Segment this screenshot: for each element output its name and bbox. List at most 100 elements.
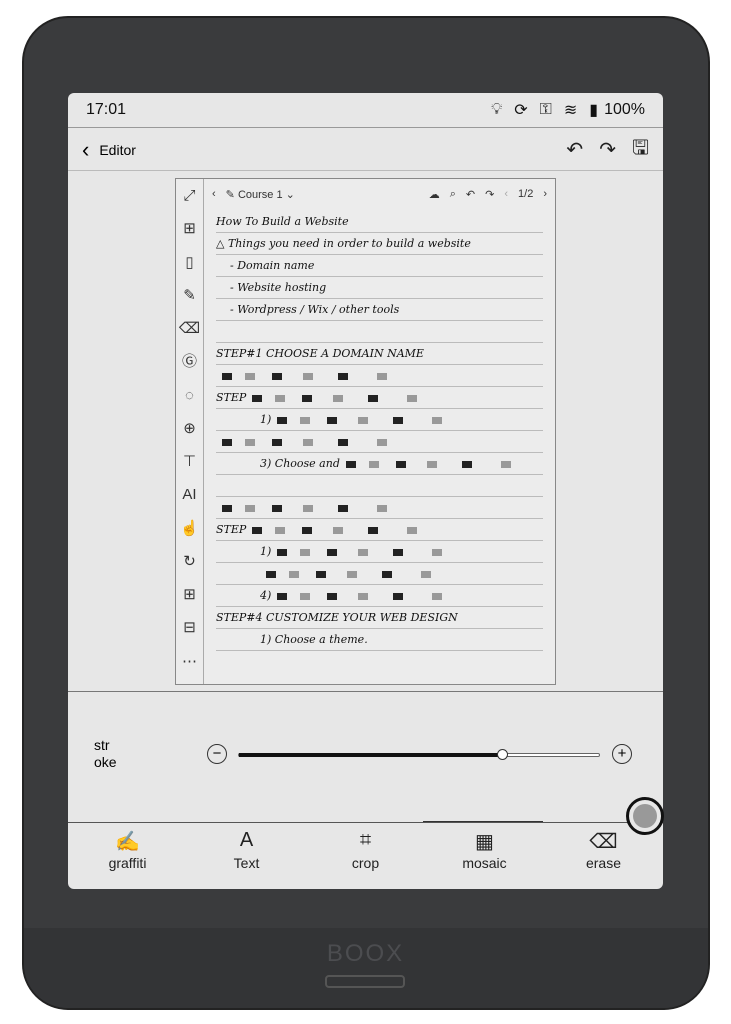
mosaic-block bbox=[272, 372, 282, 380]
tool-crop[interactable]: ⌗ crop bbox=[306, 823, 425, 889]
undo-button[interactable]: ↶ bbox=[566, 137, 583, 162]
remove-page-icon[interactable]: ⊟ bbox=[183, 617, 196, 650]
add-page-icon[interactable]: ⊞ bbox=[183, 584, 196, 617]
mosaic-block bbox=[393, 416, 404, 424]
note-line bbox=[216, 563, 543, 585]
mosaic-block bbox=[300, 416, 311, 424]
gn-icon[interactable]: Ⓖ bbox=[182, 351, 197, 384]
mosaic-block bbox=[222, 504, 232, 512]
stroke-label: str oke bbox=[94, 737, 117, 770]
text-box-icon[interactable]: ⊤ bbox=[183, 451, 196, 484]
decrease-button[interactable]: − bbox=[207, 744, 227, 764]
note-line bbox=[216, 497, 543, 519]
note-line-text: 1) Choose a theme. bbox=[260, 633, 368, 646]
note-line-text: 1) bbox=[260, 545, 272, 558]
redo-button[interactable]: ↷ bbox=[599, 137, 616, 162]
zoom-in-icon[interactable]: ⊕ bbox=[183, 418, 196, 451]
increase-button[interactable]: + bbox=[612, 744, 632, 764]
note-sidebar: ⤢ ⊞ ▯ ✎ ⌫ Ⓖ ◌ ⊕ ⊤ AI ☝ ↻ ⊞ ⊟ ⋯ bbox=[176, 179, 204, 684]
note-line-text: STEP#4 CUSTOMIZE YOUR WEB DESIGN bbox=[216, 611, 458, 624]
save-button[interactable]: 🖫︎ bbox=[632, 133, 649, 167]
note-line: 1) bbox=[216, 541, 543, 563]
note-line-text: STEP bbox=[216, 391, 247, 404]
stroke-slider[interactable] bbox=[238, 749, 600, 760]
crop-icon: ⌗ bbox=[359, 829, 372, 851]
note-line bbox=[216, 365, 543, 387]
tool-label: Text bbox=[233, 855, 260, 871]
mosaic-block bbox=[358, 592, 369, 600]
pen-icon: ✍ bbox=[115, 831, 140, 853]
pen-icon[interactable]: ✎ bbox=[183, 285, 196, 318]
prev-page-icon[interactable]: ‹ bbox=[504, 188, 508, 200]
note-line-text: How To Build a Website bbox=[216, 215, 349, 228]
mosaic-block bbox=[222, 438, 232, 446]
mosaic-block bbox=[333, 526, 344, 534]
mosaic-block bbox=[245, 438, 255, 446]
home-button[interactable] bbox=[325, 975, 405, 988]
undo-icon[interactable]: ↶ bbox=[466, 188, 475, 201]
search-icon[interactable]: ⌕ bbox=[450, 188, 456, 201]
note-line-text: - Wordpress / Wix / other tools bbox=[230, 303, 400, 316]
note-line: - Wordpress / Wix / other tools bbox=[216, 299, 543, 321]
cloud-sync-icon[interactable]: ☁ bbox=[429, 188, 440, 201]
mosaic-block bbox=[338, 438, 348, 446]
mosaic-block bbox=[377, 504, 387, 512]
touch-icon[interactable]: ☝ bbox=[180, 518, 199, 551]
sync-icon: ⟳ bbox=[514, 102, 528, 119]
note-line: - Website hosting bbox=[216, 277, 543, 299]
mosaic-block bbox=[327, 548, 338, 556]
stroke-panel: str oke − + bbox=[68, 691, 663, 822]
lasso-icon[interactable]: ◌ bbox=[185, 385, 194, 418]
tool-mosaic[interactable]: ▦ mosaic bbox=[425, 823, 544, 889]
expand-icon[interactable]: ⤢ bbox=[183, 185, 195, 218]
redo-icon[interactable]: ↷ bbox=[485, 188, 494, 201]
page-icon[interactable]: ▯ bbox=[185, 252, 193, 285]
mosaic-block bbox=[303, 372, 313, 380]
note-line: STEP bbox=[216, 387, 543, 409]
note-line: 1) bbox=[216, 409, 543, 431]
mosaic-block bbox=[395, 460, 406, 468]
prev-icon[interactable]: ‹ bbox=[212, 188, 216, 200]
mosaic-block bbox=[302, 394, 313, 402]
tool-graffiti[interactable]: ✍ graffiti bbox=[68, 823, 187, 889]
ai-icon[interactable]: AI bbox=[182, 484, 196, 517]
mosaic-block bbox=[245, 372, 255, 380]
more-icon[interactable]: ⋯ bbox=[182, 651, 197, 684]
mosaic-block bbox=[338, 372, 348, 380]
brand-logo: BOOX bbox=[326, 940, 405, 967]
note-line: STEP#4 CUSTOMIZE YOUR WEB DESIGN bbox=[216, 607, 543, 629]
grid-icon[interactable]: ⊞ bbox=[183, 218, 196, 251]
mosaic-block bbox=[327, 416, 338, 424]
mosaic-block bbox=[432, 548, 443, 556]
mosaic-block bbox=[368, 394, 379, 402]
refresh-icon[interactable]: ↻ bbox=[183, 551, 196, 584]
mosaic-block bbox=[461, 460, 472, 468]
slider-fill bbox=[239, 753, 502, 757]
mosaic-block bbox=[252, 526, 263, 534]
mosaic-block bbox=[277, 416, 288, 424]
mosaic-block bbox=[500, 460, 511, 468]
note-line-text: STEP#1 CHOOSE A DOMAIN NAME bbox=[216, 347, 424, 360]
mosaic-block bbox=[266, 570, 276, 578]
tool-label: erase bbox=[585, 855, 622, 871]
mosaic-block bbox=[222, 372, 232, 380]
mosaic-block bbox=[302, 526, 313, 534]
screen: 17:01 💡︎ ⟳ ⚿ ≋ ▮ 100% ‹ Editor ↶ ↷ 🖫︎ ⤢ … bbox=[68, 93, 663, 889]
mosaic-block bbox=[303, 504, 313, 512]
notebook-selector[interactable]: ✎ Course 1 ⌄ bbox=[226, 188, 295, 201]
next-page-icon[interactable]: › bbox=[543, 188, 547, 200]
mosaic-block bbox=[407, 526, 418, 534]
handwritten-lines: How To Build a Website △ Things you need … bbox=[216, 211, 543, 651]
note-line: STEP bbox=[216, 519, 543, 541]
back-button[interactable]: ‹ bbox=[82, 137, 89, 163]
note-line: 3) Choose and bbox=[216, 453, 543, 475]
mosaic-block bbox=[272, 504, 282, 512]
eraser-icon[interactable]: ⌫ bbox=[179, 318, 200, 351]
tool-text[interactable]: A Text bbox=[187, 823, 306, 889]
mosaic-block bbox=[333, 394, 344, 402]
mosaic-block bbox=[382, 570, 392, 578]
floating-button[interactable] bbox=[626, 797, 664, 835]
clock: 17:01 bbox=[86, 101, 127, 118]
slider-handle[interactable] bbox=[496, 749, 508, 760]
note-line bbox=[216, 321, 543, 343]
